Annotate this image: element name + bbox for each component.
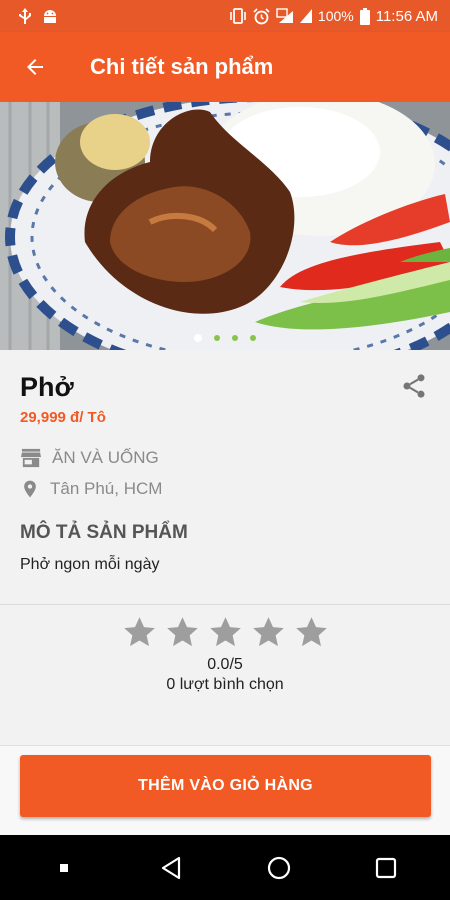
product-info: Phở 29,999 đ/ Tô ĂN VÀ UỐNG Tân Phú, HCM — [0, 350, 450, 604]
nav-menu-button[interactable] — [34, 838, 94, 898]
rating-score: 0.0/5 — [207, 656, 243, 673]
vibrate-icon — [230, 8, 246, 24]
hd-signal-icon — [276, 8, 293, 23]
nav-recents-button[interactable] — [356, 838, 416, 898]
back-button[interactable] — [0, 32, 70, 102]
footer: THÊM VÀO GIỎ HÀNG — [0, 745, 450, 835]
star-icon[interactable] — [294, 615, 329, 650]
description-title: MÔ TẢ SẢN PHẨM — [20, 522, 188, 543]
battery-icon — [359, 7, 370, 25]
store-icon — [21, 448, 41, 468]
arrow-back-icon — [27, 59, 43, 75]
carousel-dot[interactable] — [194, 334, 202, 342]
product-photo — [0, 102, 450, 350]
star-icon[interactable] — [122, 615, 157, 650]
nav-back-button[interactable] — [141, 838, 201, 898]
android-icon — [44, 10, 56, 23]
circle-home-icon — [267, 856, 290, 879]
app-bar: Chi tiết sản phẩm — [0, 32, 450, 102]
page-title: Chi tiết sản phẩm — [90, 54, 274, 79]
carousel-dot[interactable] — [214, 335, 220, 341]
carousel-dot[interactable] — [232, 335, 238, 341]
star-icon[interactable] — [165, 615, 200, 650]
share-icon — [403, 374, 425, 398]
system-nav-bar — [0, 835, 450, 900]
usb-icon — [19, 8, 31, 24]
clock: 11:56 AM — [375, 7, 438, 25]
rating-section: 0.0/5 0 lượt bình chọn — [0, 605, 450, 703]
product-image-carousel[interactable] — [0, 102, 450, 350]
share-button[interactable] — [400, 372, 428, 400]
dot-icon — [59, 863, 68, 872]
rating-votes: 0 lượt bình chọn — [166, 676, 284, 693]
product-location: Tân Phú, HCM — [50, 479, 163, 498]
carousel-indicator — [0, 334, 450, 342]
location-pin-icon — [24, 480, 36, 498]
category-row: ĂN VÀ UỐNG — [20, 448, 430, 468]
rating-stars — [0, 615, 450, 650]
carousel-dot[interactable] — [250, 335, 256, 341]
alarm-icon — [253, 7, 270, 24]
description-text: Phở ngon mỗi ngày — [20, 556, 160, 573]
cell-signal-icon — [299, 9, 312, 23]
star-icon[interactable] — [208, 615, 243, 650]
status-bar: 100% 11:56 AM — [0, 0, 450, 32]
nav-home-button[interactable] — [249, 838, 309, 898]
star-icon[interactable] — [251, 615, 286, 650]
battery-percent: 100% — [317, 8, 354, 24]
triangle-back-icon — [162, 856, 181, 879]
square-recents-icon — [376, 857, 397, 878]
product-price: 29,999 đ/ Tô — [20, 409, 106, 426]
product-category: ĂN VÀ UỐNG — [52, 448, 159, 467]
product-name: Phở — [20, 372, 74, 402]
location-row: Tân Phú, HCM — [20, 478, 430, 500]
add-to-cart-button[interactable]: THÊM VÀO GIỎ HÀNG — [20, 755, 431, 817]
